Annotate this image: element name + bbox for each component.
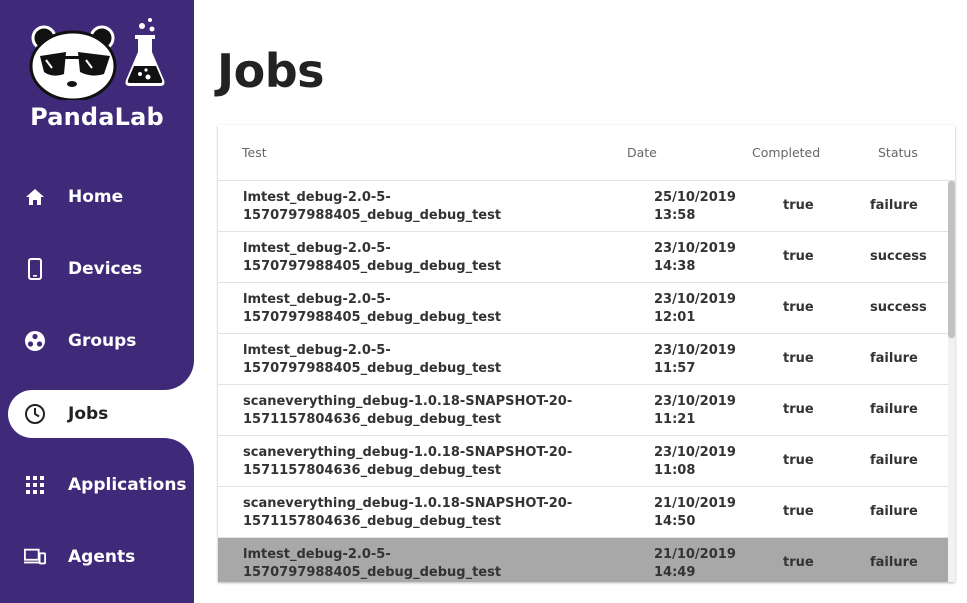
cell-test: lmtest_debug-2.0-5- 1570797988405_debug_d… (243, 343, 502, 376)
cell-test: lmtest_debug-2.0-5- 1570797988405_debug_d… (243, 190, 502, 223)
table-row[interactable]: scaneverything_debug-1.0.18-SNAPSHOT-20-… (218, 385, 948, 436)
table-row[interactable]: lmtest_debug-2.0-5- 1570797988405_debug_d… (218, 181, 948, 232)
cell-status: failure (870, 198, 918, 213)
table-body: lmtest_debug-2.0-5- 1570797988405_debug_d… (218, 181, 955, 582)
column-header-test[interactable]: Test (242, 145, 267, 160)
table-row[interactable]: lmtest_debug-2.0-5- 1570797988405_debug_d… (218, 232, 948, 283)
cell-completed: true (783, 351, 814, 366)
clock-icon (24, 403, 46, 425)
cell-date: 21/10/2019 14:50 (654, 496, 736, 529)
table-row[interactable]: scaneverything_debug-1.0.18-SNAPSHOT-20-… (218, 487, 948, 538)
cell-status: success (870, 249, 927, 264)
cell-status: failure (870, 555, 918, 570)
cell-date: 25/10/2019 13:58 (654, 190, 736, 223)
cell-date: 23/10/2019 11:08 (654, 445, 736, 478)
cell-test: lmtest_debug-2.0-5- 1570797988405_debug_d… (243, 241, 502, 274)
cell-completed: true (783, 198, 814, 213)
main-content: Jobs Test Date Completed Status lmtest_d… (194, 0, 967, 603)
groups-icon (24, 330, 46, 352)
cell-test: scaneverything_debug-1.0.18-SNAPSHOT-20-… (243, 496, 573, 529)
table-row[interactable]: lmtest_debug-2.0-5- 1570797988405_debug_d… (218, 283, 948, 334)
cell-test: lmtest_debug-2.0-5- 1570797988405_debug_d… (243, 547, 502, 580)
sidebar-item-label: Groups (68, 331, 137, 351)
cell-completed: true (783, 402, 814, 417)
cell-completed: true (783, 249, 814, 264)
table-row-selected[interactable]: lmtest_debug-2.0-5- 1570797988405_debug_d… (218, 538, 948, 582)
sidebar-item-applications[interactable]: Applications (0, 459, 194, 511)
table-scrollbar[interactable] (948, 181, 955, 582)
sidebar-item-agents[interactable]: Agents (0, 531, 194, 583)
column-header-status[interactable]: Status (878, 145, 918, 160)
home-icon (24, 186, 46, 208)
cell-status: failure (870, 351, 918, 366)
table-header: Test Date Completed Status (218, 125, 955, 181)
sidebar-item-label: Home (68, 187, 124, 207)
app-name: PandaLab (30, 103, 164, 131)
sidebar-item-home[interactable]: Home (0, 171, 194, 223)
column-header-date[interactable]: Date (627, 145, 657, 160)
table-row[interactable]: scaneverything_debug-1.0.18-SNAPSHOT-20-… (218, 436, 948, 487)
cell-completed: true (783, 555, 814, 570)
sidebar-item-label: Agents (68, 547, 136, 567)
app-root: PandaLab Home Devices Groups Jobs Applic… (0, 0, 967, 603)
apps-grid-icon (24, 474, 46, 496)
cell-test: scaneverything_debug-1.0.18-SNAPSHOT-20-… (243, 394, 573, 427)
cell-test: lmtest_debug-2.0-5- 1570797988405_debug_d… (243, 292, 502, 325)
cell-status: failure (870, 453, 918, 468)
sidebar-item-label: Devices (68, 259, 143, 279)
table-row[interactable]: lmtest_debug-2.0-5- 1570797988405_debug_d… (218, 334, 948, 385)
scrollbar-thumb[interactable] (948, 181, 955, 338)
cell-date: 21/10/2019 14:49 (654, 547, 736, 580)
devices-icon (24, 546, 46, 568)
panda-logo-icon (29, 18, 165, 100)
page-title: Jobs (217, 44, 325, 98)
sidebar-item-devices[interactable]: Devices (0, 243, 194, 295)
cell-completed: true (783, 504, 814, 519)
cell-completed: true (783, 453, 814, 468)
sidebar-item-label: Jobs (68, 404, 109, 424)
cell-status: failure (870, 504, 918, 519)
cell-date: 23/10/2019 12:01 (654, 292, 736, 325)
sidebar-item-label: Applications (68, 475, 187, 495)
logo[interactable]: PandaLab (0, 0, 194, 140)
jobs-table: Test Date Completed Status lmtest_debug-… (218, 125, 955, 582)
cell-completed: true (783, 300, 814, 315)
cell-test: scaneverything_debug-1.0.18-SNAPSHOT-20-… (243, 445, 573, 478)
cell-status: success (870, 300, 927, 315)
column-header-completed[interactable]: Completed (752, 145, 820, 160)
sidebar: PandaLab Home Devices Groups Jobs Applic… (0, 0, 194, 603)
cell-date: 23/10/2019 14:38 (654, 241, 736, 274)
active-tab-curve (164, 360, 194, 390)
cell-status: failure (870, 402, 918, 417)
cell-date: 23/10/2019 11:21 (654, 394, 736, 427)
phone-icon (24, 258, 46, 280)
cell-date: 23/10/2019 11:57 (654, 343, 736, 376)
sidebar-item-jobs[interactable]: Jobs (8, 390, 194, 438)
